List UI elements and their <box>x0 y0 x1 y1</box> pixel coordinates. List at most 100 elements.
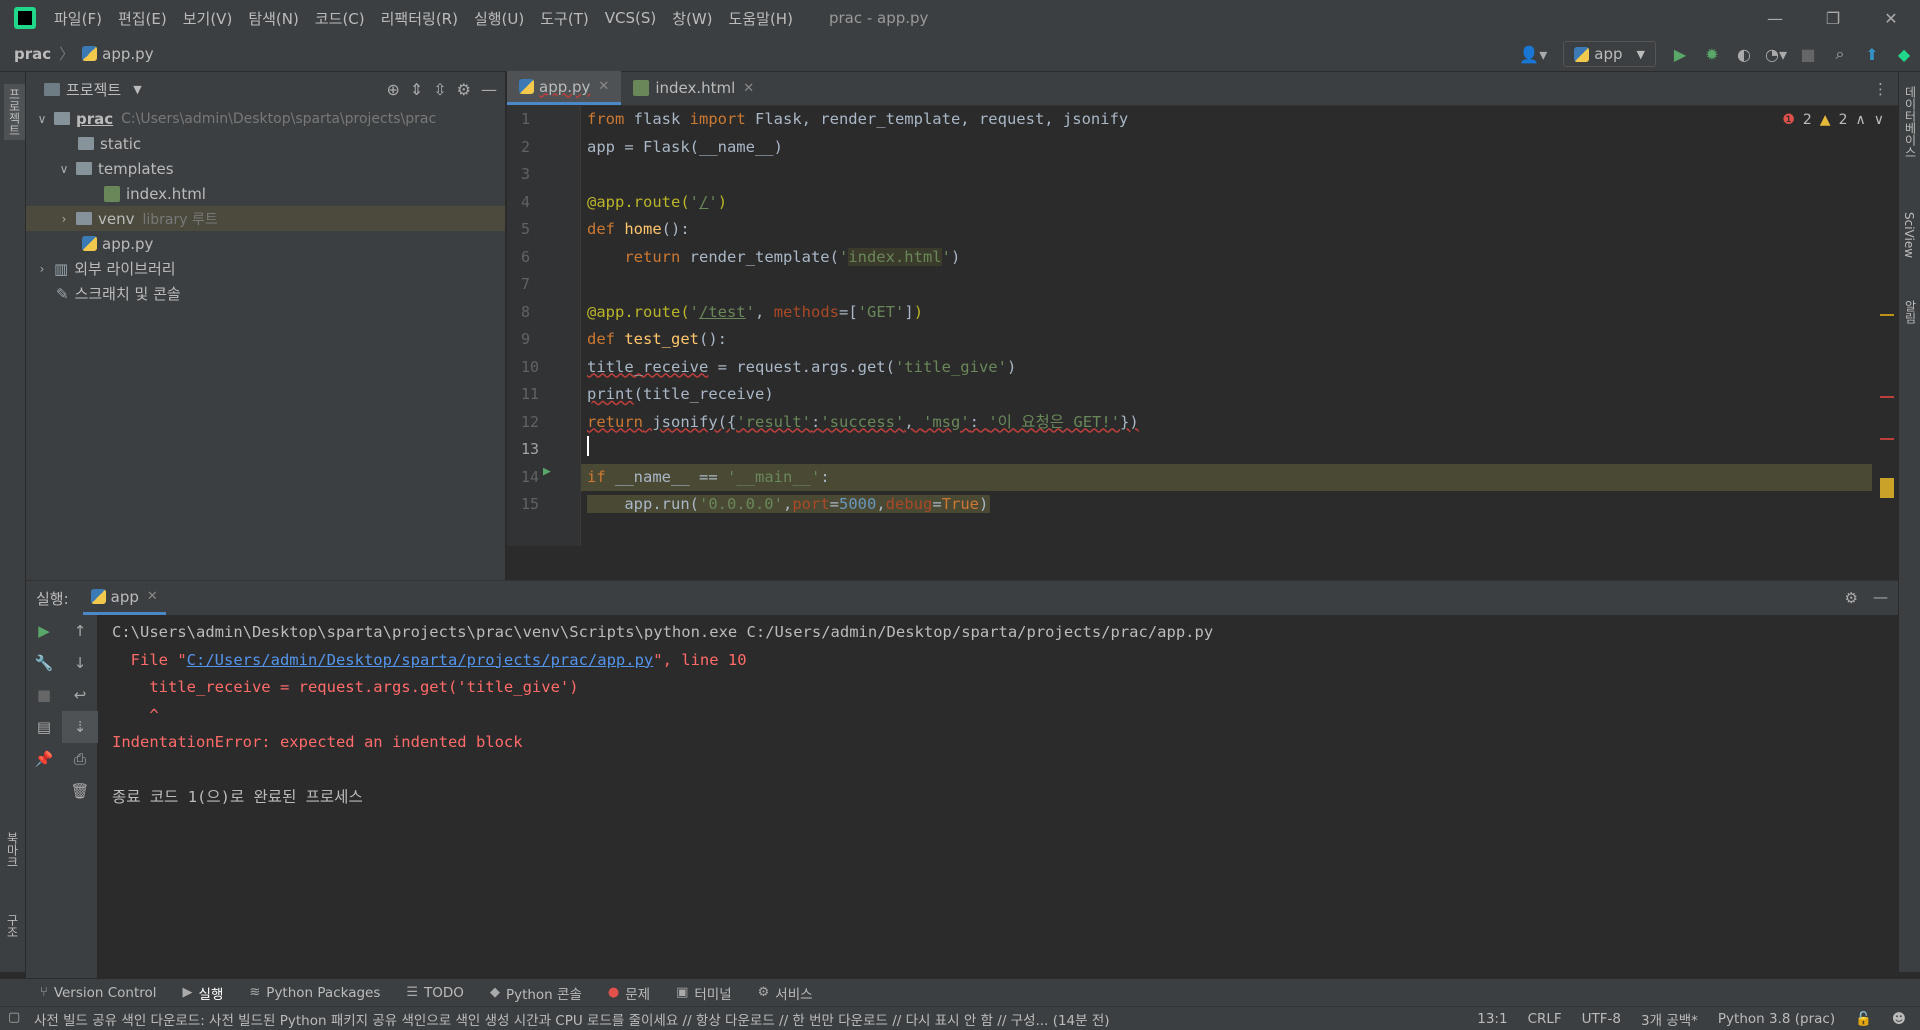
close-icon[interactable]: ✕ <box>743 81 754 96</box>
breadcrumb-file[interactable]: app.py <box>102 45 153 63</box>
breadcrumb-project[interactable]: prac <box>14 45 51 63</box>
warning-mark[interactable] <box>1880 314 1894 316</box>
project-panel-title[interactable]: 프로젝트 <box>66 79 121 100</box>
stop-icon[interactable]: ■ <box>26 679 62 711</box>
run-tab-app[interactable]: app ✕ <box>82 581 166 615</box>
chevron-down-icon[interactable]: ▼ <box>133 83 141 96</box>
status-message[interactable]: 사전 빌드 공유 색인 다운로드: 사전 빌드된 Python 패키지 공유 색… <box>34 1009 1110 1029</box>
file-encoding[interactable]: UTF-8 <box>1582 1011 1621 1027</box>
collapse-all-icon[interactable]: ⇳ <box>433 80 446 99</box>
restore-icon[interactable]: ❐ <box>1804 0 1862 36</box>
user-icon[interactable]: 👤▾ <box>1511 36 1555 72</box>
arrow-down-icon[interactable]: ↓ <box>62 647 98 679</box>
wrench-icon[interactable]: 🔧 <box>26 647 62 679</box>
run-icon[interactable]: ▶ <box>1664 36 1696 72</box>
menu-navigate[interactable]: 탐색(N) <box>248 8 299 29</box>
lock-icon[interactable]: 🔓 <box>1855 1011 1872 1027</box>
chevron-up-icon[interactable]: ∧ <box>1856 112 1866 128</box>
tool-run[interactable]: ▶ 실행 <box>183 983 224 1003</box>
sciview-tool-tab[interactable]: SciView <box>1902 212 1916 258</box>
tree-item-scratches[interactable]: ✎ 스크래치 및 콘솔 <box>26 281 505 306</box>
search-icon[interactable]: ⌕ <box>1824 36 1856 72</box>
indent-setting[interactable]: 3개 공백* <box>1641 1009 1698 1029</box>
menu-file[interactable]: 파일(F) <box>54 8 102 29</box>
cursor-position[interactable]: 13:1 <box>1477 1011 1507 1027</box>
caret-mark[interactable] <box>1880 478 1894 498</box>
toggle-tool-windows-icon[interactable]: ▢ <box>8 1010 20 1025</box>
hide-icon[interactable]: — <box>1873 588 1888 606</box>
tree-item-root[interactable]: ∨ prac C:\Users\admin\Desktop\sparta\pro… <box>26 106 505 131</box>
soft-wrap-icon[interactable]: ↩ <box>62 679 98 711</box>
scroll-to-end-icon[interactable]: ⇣ <box>62 711 98 743</box>
tree-item-app-py[interactable]: app.py <box>26 231 505 256</box>
error-mark[interactable] <box>1880 396 1894 398</box>
menu-help[interactable]: 도움말(H) <box>729 8 793 29</box>
menu-vcs[interactable]: VCS(S) <box>605 9 656 27</box>
tool-todo[interactable]: ☰ TODO <box>406 985 464 1001</box>
menu-run[interactable]: 실행(U) <box>474 8 524 29</box>
menu-edit[interactable]: 편집(E) <box>118 8 167 29</box>
gear-icon[interactable]: ⚙ <box>457 80 471 99</box>
pin-icon[interactable]: 📌 <box>26 743 62 775</box>
run-gutter-icon[interactable]: ▶ <box>543 464 551 479</box>
python-interpreter[interactable]: Python 3.8 (prac) <box>1718 1011 1835 1027</box>
menu-window[interactable]: 창(W) <box>672 8 712 29</box>
tree-item-index-html[interactable]: index.html <box>26 181 505 206</box>
tool-problems[interactable]: ● 문제 <box>608 983 650 1003</box>
menu-view[interactable]: 보기(V) <box>183 8 233 29</box>
tree-item-static[interactable]: static <box>26 131 505 156</box>
more-icon[interactable]: ⋮ <box>1873 80 1888 98</box>
update-icon[interactable]: ⬆ <box>1856 36 1888 72</box>
chevron-down-icon[interactable]: ∨ <box>56 162 72 176</box>
stop-icon[interactable]: ■ <box>1792 36 1824 72</box>
console-output[interactable]: C:\Users\admin\Desktop\sparta\projects\p… <box>112 619 1213 812</box>
tool-python-packages[interactable]: ≋ Python Packages <box>249 985 380 1001</box>
project-tool-tab[interactable]: 프로젝트 <box>4 84 25 140</box>
print-icon[interactable]: ⎙ <box>62 743 98 775</box>
structure-tool-tab[interactable]: 구조 <box>4 914 21 938</box>
error-mark[interactable] <box>1880 438 1894 440</box>
notifications-tool-tab[interactable]: 알림 <box>1902 300 1919 324</box>
traceback-file-link[interactable]: C:/Users/admin/Desktop/sparta/projects/p… <box>187 651 654 669</box>
gear-icon[interactable]: ⚙ <box>1845 589 1858 607</box>
tree-item-venv[interactable]: › venv library 루트 <box>26 206 505 231</box>
tree-item-external-libraries[interactable]: › ▥ 외부 라이브러리 <box>26 256 505 281</box>
tab-app-py[interactable]: app.py ✕ <box>507 71 622 105</box>
notification-icon[interactable]: ☻ <box>1892 1011 1906 1027</box>
expand-all-icon[interactable]: ⇕ <box>410 80 423 99</box>
run-config-select[interactable]: app ▼ <box>1563 41 1656 67</box>
close-icon[interactable]: ✕ <box>147 589 158 604</box>
minimize-icon[interactable]: — <box>1746 0 1804 36</box>
bookmarks-tool-tab[interactable]: 북마크 <box>4 832 21 868</box>
tab-index-html[interactable]: index.html ✕ <box>621 71 766 105</box>
menu-refactor[interactable]: 리팩터링(R) <box>381 8 458 29</box>
trash-icon[interactable]: 🗑 <box>62 775 98 807</box>
menu-tools[interactable]: 도구(T) <box>540 8 588 29</box>
rerun-icon[interactable]: ▶ <box>26 615 62 647</box>
chevron-down-icon[interactable]: ∨ <box>1874 112 1884 128</box>
coverage-icon[interactable]: ◐ <box>1728 36 1760 72</box>
chevron-right-icon[interactable]: › <box>56 212 72 226</box>
arrow-up-icon[interactable]: ↑ <box>62 615 98 647</box>
menu-code[interactable]: 코드(C) <box>315 8 365 29</box>
tool-python-console[interactable]: ◆ Python 콘솔 <box>490 983 582 1003</box>
code-area[interactable]: from flask import Flask, render_template… <box>581 106 1872 519</box>
error-stripe[interactable] <box>1880 152 1894 552</box>
chevron-right-icon[interactable]: › <box>34 262 50 276</box>
debug-icon[interactable]: ✹ <box>1696 36 1728 72</box>
chevron-down-icon[interactable]: ∨ <box>34 112 50 126</box>
tool-services[interactable]: ⚙ 서비스 <box>758 983 813 1003</box>
locate-icon[interactable]: ⊕ <box>386 80 399 99</box>
profile-icon[interactable]: ◔▾ <box>1760 36 1792 72</box>
plugin-icon[interactable]: ◆ <box>1888 36 1920 72</box>
hide-icon[interactable]: — <box>481 80 497 99</box>
inspection-widget[interactable]: ❶ 2 ▲ 2 ∧ ∨ <box>1782 112 1884 128</box>
layout-icon[interactable]: ▤ <box>26 711 62 743</box>
database-tool-tab[interactable]: 데이터베이스 <box>1902 86 1919 158</box>
line-separator[interactable]: CRLF <box>1528 1011 1562 1027</box>
tree-item-templates[interactable]: ∨ templates <box>26 156 505 181</box>
close-icon[interactable]: ✕ <box>598 79 609 94</box>
close-icon[interactable]: ✕ <box>1862 0 1920 36</box>
tool-terminal[interactable]: ▣ 터미널 <box>676 983 732 1003</box>
tool-version-control[interactable]: ⑂ Version Control <box>40 985 157 1001</box>
